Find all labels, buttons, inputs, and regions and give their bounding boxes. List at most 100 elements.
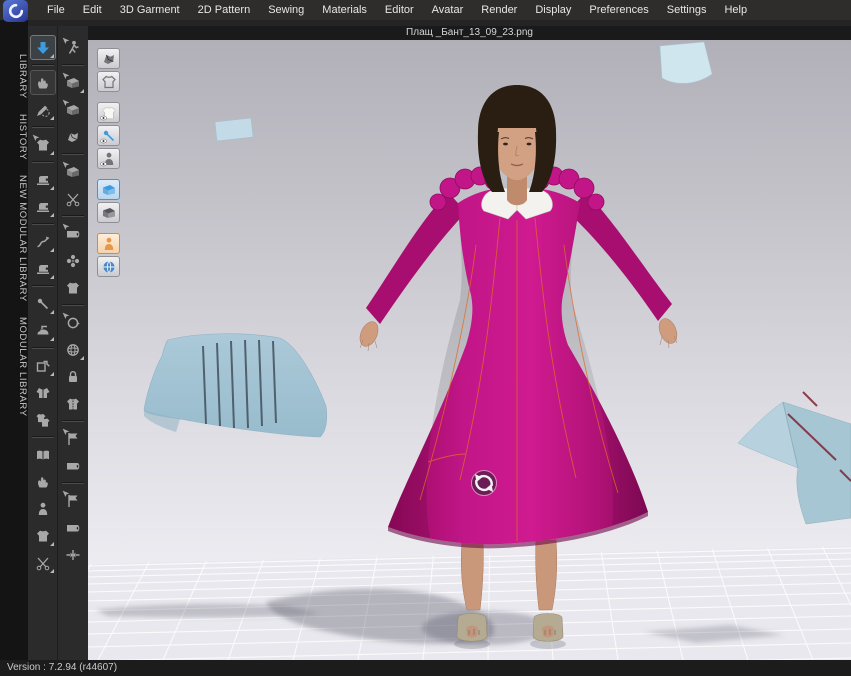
toolbar-separator	[32, 126, 54, 128]
tool-steam-brush[interactable]	[31, 319, 55, 342]
tool-flower-trim[interactable]	[61, 249, 85, 272]
tool-move-garment[interactable]	[31, 133, 55, 156]
cloth-icon	[101, 51, 117, 67]
pattern-piece-top-right[interactable]	[660, 42, 712, 83]
tool-hand-tool[interactable]	[31, 71, 55, 94]
viewport-3d: Плащ _Бант_13_09_23.png	[88, 26, 851, 660]
tool-fitting-jacket[interactable]	[31, 381, 55, 404]
menu-materials[interactable]: Materials	[313, 0, 376, 20]
menu-preferences[interactable]: Preferences	[580, 0, 657, 20]
tool-show-fabric-dark[interactable]	[97, 202, 120, 223]
avatar-right-leg	[536, 540, 557, 610]
globe-icon	[101, 259, 117, 275]
tool-edit-fabric[interactable]	[61, 98, 85, 121]
tool-layer-garments[interactable]	[31, 408, 55, 431]
tool-pin-tool[interactable]	[31, 292, 55, 315]
side-tab-new-modular-library[interactable]: NEW MODULAR LIBRARY	[0, 175, 28, 302]
tool-cut-drape[interactable]	[61, 187, 85, 210]
toolbar-separator	[32, 161, 54, 163]
cursor-icon	[62, 72, 70, 80]
tool-fabric-roll[interactable]	[61, 454, 85, 477]
tool-shirt-trim[interactable]	[61, 276, 85, 299]
tool-show-pins[interactable]	[97, 125, 120, 146]
tool-lift-garment[interactable]	[31, 524, 55, 547]
toolbar-separator	[32, 436, 54, 438]
menu-sewing[interactable]: Sewing	[259, 0, 313, 20]
toolbar-separator	[62, 215, 84, 217]
menu-display[interactable]: Display	[526, 0, 580, 20]
menu-avatar[interactable]: Avatar	[423, 0, 473, 20]
menu-settings[interactable]: Settings	[658, 0, 716, 20]
tool-sewing-machine[interactable]	[31, 195, 55, 218]
viewport-toggle-toolbar	[97, 48, 120, 279]
squiggle-icon	[35, 234, 51, 250]
tool-fold-arrangement[interactable]	[31, 354, 55, 377]
pattern-piece-small[interactable]	[215, 118, 253, 141]
person-icon	[101, 236, 117, 252]
roll-icon	[65, 458, 81, 474]
tool-zipper-garment[interactable]	[61, 392, 85, 415]
fabric-icon	[101, 205, 117, 221]
menu-help[interactable]: Help	[715, 0, 756, 20]
tool-select-fabric[interactable]	[61, 71, 85, 94]
tool-walk-pose[interactable]	[61, 36, 85, 59]
tool-select-move[interactable]	[31, 36, 55, 59]
cursor-icon	[62, 37, 70, 45]
tool-fabric-roll-2[interactable]	[61, 516, 85, 539]
cursor-icon	[62, 223, 70, 231]
version-label: Version : 7.2.94 (r44607)	[7, 662, 117, 673]
tool-lock-trim[interactable]	[61, 365, 85, 388]
tool-clamp-tool[interactable]	[61, 543, 85, 566]
tool-show-textured-surface[interactable]	[97, 48, 120, 69]
toolbar-separator	[32, 64, 54, 66]
flower-icon	[65, 253, 81, 269]
tool-edit-curvature[interactable]	[31, 98, 55, 121]
side-tab-modular-library[interactable]: MODULAR LIBRARY	[0, 317, 28, 417]
side-tab-library[interactable]: LIBRARY	[0, 54, 28, 99]
3d-scene[interactable]	[88, 40, 851, 660]
toolbar-column-1	[28, 26, 58, 660]
tool-show-3d-garment[interactable]	[97, 102, 120, 123]
tool-sphere-trim[interactable]	[61, 338, 85, 361]
scene-wrap	[88, 40, 851, 660]
simulation-sync-icon[interactable]	[472, 471, 497, 496]
tool-edit-sewing[interactable]	[31, 230, 55, 253]
pen-icon	[35, 102, 51, 118]
tool-grab-garment[interactable]	[31, 470, 55, 493]
avatar-left-leg	[461, 540, 483, 610]
tool-avatar-tool[interactable]	[31, 497, 55, 520]
tool-select-circle[interactable]	[61, 311, 85, 334]
menu-2d-pattern[interactable]: 2D Pattern	[189, 0, 260, 20]
menu-edit[interactable]: Edit	[74, 0, 111, 20]
tool-cut-and-sew[interactable]	[31, 551, 55, 574]
person-icon	[35, 501, 51, 517]
menu-render[interactable]: Render	[472, 0, 526, 20]
roll-icon	[65, 520, 81, 536]
machine-icon	[35, 199, 51, 215]
tool-select-roll[interactable]	[61, 222, 85, 245]
tool-select-flag-2[interactable]	[61, 489, 85, 512]
book-icon	[35, 447, 51, 463]
menu-3d-garment[interactable]: 3D Garment	[111, 0, 189, 20]
tool-free-sewing[interactable]	[31, 257, 55, 280]
cloth-icon	[65, 129, 81, 145]
menu-file[interactable]: File	[38, 0, 74, 20]
tool-open-book[interactable]	[31, 443, 55, 466]
tool-snapshot-machine[interactable]	[31, 168, 55, 191]
menu-editor[interactable]: Editor	[376, 0, 423, 20]
tool-show-avatar-skin[interactable]	[97, 233, 120, 254]
hand-icon	[35, 474, 51, 490]
tool-select-drape[interactable]	[61, 160, 85, 183]
tool-show-garment-transparent[interactable]	[97, 71, 120, 92]
side-tab-history[interactable]: HISTORY	[0, 114, 28, 160]
fabric-icon	[101, 182, 117, 198]
machine-icon	[35, 261, 51, 277]
tool-show-environment[interactable]	[97, 256, 120, 277]
tool-crumple-cloth[interactable]	[61, 125, 85, 148]
cursor-icon	[62, 99, 70, 107]
tool-show-fabric-blue[interactable]	[97, 179, 120, 200]
clo-swirl-icon	[8, 3, 24, 19]
tool-select-flag[interactable]	[61, 427, 85, 450]
tool-show-avatar[interactable]	[97, 148, 120, 169]
menu-bar: FileEdit3D Garment2D PatternSewingMateri…	[0, 0, 851, 20]
